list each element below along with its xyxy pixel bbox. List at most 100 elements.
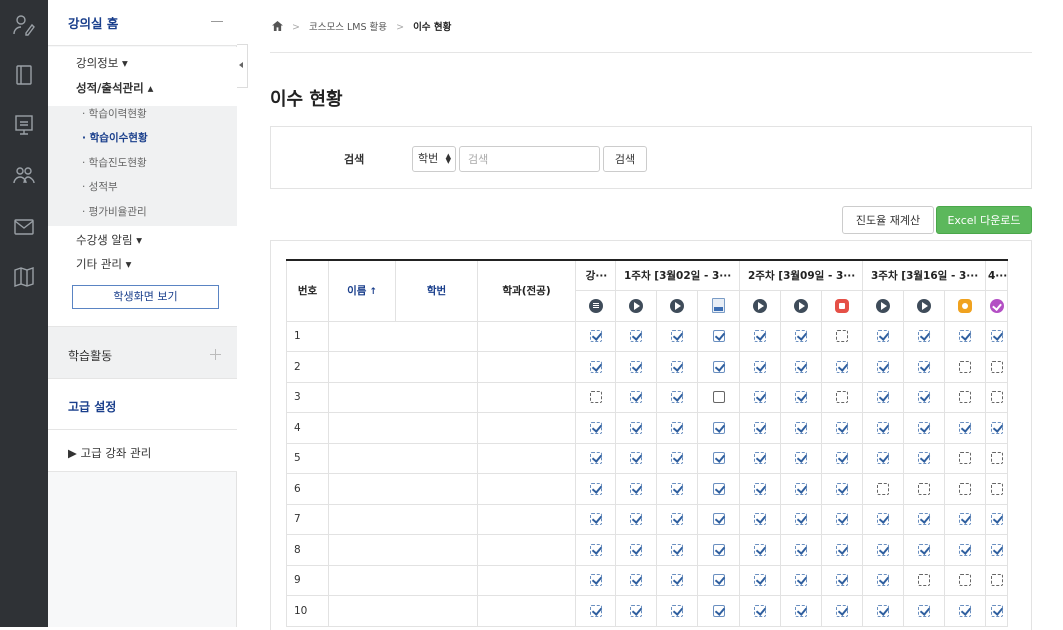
- list-icon[interactable]: [588, 298, 603, 313]
- doc-icon[interactable]: [712, 298, 725, 314]
- mail-icon[interactable]: [12, 215, 36, 239]
- activity-header-cell[interactable]: [944, 290, 986, 322]
- recalc-progress-button[interactable]: 진도율 재계산: [842, 206, 934, 234]
- sidebar-item-course-info[interactable]: 강의정보 ▾: [76, 55, 128, 71]
- excel-download-button[interactable]: Excel 다운로드: [936, 206, 1032, 234]
- checked-box-icon: [795, 330, 807, 343]
- red-assignment-icon[interactable]: [835, 298, 849, 313]
- presentation-icon[interactable]: [12, 113, 36, 137]
- completion-cell: [903, 320, 945, 352]
- group-icon[interactable]: [12, 163, 36, 187]
- completion-cell: [697, 534, 740, 566]
- completion-cell: [780, 534, 822, 566]
- sidebar-toggle[interactable]: [237, 44, 248, 88]
- search-input[interactable]: [459, 146, 600, 172]
- play-icon[interactable]: [670, 298, 684, 313]
- checked-box-icon: [990, 543, 1003, 556]
- checked-box-icon: [795, 421, 807, 434]
- course-home-label[interactable]: 강의실 홈: [68, 13, 118, 32]
- checked-box-icon: [589, 513, 602, 526]
- advanced-manage-item[interactable]: ▶ 고급 강좌 관리: [48, 429, 237, 472]
- completion-cell: [615, 595, 657, 627]
- sidebar-sub-weights[interactable]: · 평가비율관리: [82, 204, 147, 219]
- completion-cell: [984, 503, 1009, 535]
- activity-header-cell[interactable]: [739, 290, 781, 322]
- activity-header-cell[interactable]: [575, 290, 616, 322]
- cell-name: [328, 473, 396, 505]
- play-icon[interactable]: [629, 298, 643, 313]
- sidebar-sub-gradebook[interactable]: · 성적부: [82, 179, 118, 194]
- checked-box-icon: [918, 330, 930, 343]
- activity-header-cell[interactable]: [780, 290, 822, 322]
- sidebar-sub-history[interactable]: · 학습이력현황: [82, 106, 147, 121]
- activity-header-cell[interactable]: [697, 290, 740, 322]
- cell-dept: [477, 564, 576, 596]
- checked-box-icon: [754, 543, 766, 556]
- cell-dept: [477, 442, 576, 474]
- section-advanced[interactable]: 고급 설정: [48, 378, 237, 429]
- col-header-id[interactable]: 학번: [395, 259, 478, 322]
- student-view-button[interactable]: 학생화면 보기: [72, 285, 219, 309]
- purple-check-icon[interactable]: [989, 298, 1004, 313]
- completion-cell: [821, 503, 863, 535]
- checked-box-icon: [671, 421, 683, 434]
- completion-cell: [944, 503, 986, 535]
- cell-dept: [477, 381, 576, 413]
- book-icon[interactable]: [12, 63, 36, 87]
- col-header-name-label: 이름: [347, 285, 367, 298]
- completion-cell: [575, 564, 616, 596]
- completion-cell: [903, 351, 945, 383]
- breadcrumb: > 코스모스 LMS 활용 > 이수 현황: [272, 19, 451, 33]
- course-home-item[interactable]: 강의실 홈: [48, 0, 237, 46]
- search-field-select[interactable]: 학번 ▲ ▼: [412, 146, 456, 172]
- orange-forum-icon[interactable]: [958, 298, 972, 313]
- sidebar-item-etc[interactable]: 기타 관리 ▾: [76, 256, 131, 272]
- breadcrumb-course[interactable]: 코스모스 LMS 활용: [309, 22, 387, 33]
- cell-name: [328, 381, 396, 413]
- collapse-minus-icon[interactable]: [211, 21, 223, 22]
- play-icon[interactable]: [917, 298, 931, 313]
- user-edit-icon[interactable]: [12, 13, 36, 37]
- checked-box-icon: [795, 574, 807, 587]
- completion-cell: [780, 381, 822, 413]
- expand-plus-icon[interactable]: [210, 349, 221, 360]
- completion-cell: [821, 351, 863, 383]
- activity-header-cell[interactable]: [862, 290, 904, 322]
- checked-box-icon: [754, 574, 766, 587]
- activity-header-cell[interactable]: [903, 290, 945, 322]
- unchecked-box-icon: [918, 482, 930, 495]
- activity-header-cell[interactable]: [656, 290, 698, 322]
- checked-box-icon: [671, 543, 683, 556]
- activity-header-cell[interactable]: [984, 290, 1009, 322]
- checked-box-icon: [795, 360, 807, 373]
- play-icon[interactable]: [753, 298, 767, 313]
- map-icon[interactable]: [12, 265, 36, 289]
- activity-header-cell[interactable]: [615, 290, 657, 322]
- table-row: 2: [286, 351, 1009, 383]
- checked-box-icon: [671, 574, 683, 587]
- cell-name: [328, 595, 396, 627]
- sidebar-sub-completion[interactable]: · 학습이수현황: [82, 130, 148, 145]
- checked-box-icon: [877, 330, 889, 343]
- checked-box-icon: [671, 482, 683, 495]
- play-icon[interactable]: [876, 298, 890, 313]
- activity-header-cell[interactable]: [821, 290, 863, 322]
- row-number: 1: [286, 320, 329, 352]
- section-learning[interactable]: 학습활동: [48, 326, 237, 378]
- completion-cell: [821, 473, 863, 505]
- breadcrumb-separator: >: [292, 22, 300, 33]
- sidebar-item-notice[interactable]: 수강생 알림 ▾: [76, 232, 142, 248]
- unchecked-box-icon: [712, 391, 725, 404]
- play-icon[interactable]: [794, 298, 808, 313]
- home-icon[interactable]: [272, 21, 283, 31]
- completion-cell: [697, 351, 740, 383]
- checked-box-icon: [589, 360, 602, 373]
- completion-cell: [862, 564, 904, 596]
- sidebar-item-grades[interactable]: 성적/출석관리 ▴: [76, 80, 153, 96]
- checked-box-icon: [589, 604, 602, 617]
- completion-cell: [821, 381, 863, 413]
- search-button[interactable]: 검색: [603, 146, 647, 172]
- sidebar-sub-progress[interactable]: · 학습진도현황: [82, 155, 147, 170]
- completion-cell: [575, 320, 616, 352]
- col-header-name[interactable]: 이름 ↑: [328, 259, 396, 322]
